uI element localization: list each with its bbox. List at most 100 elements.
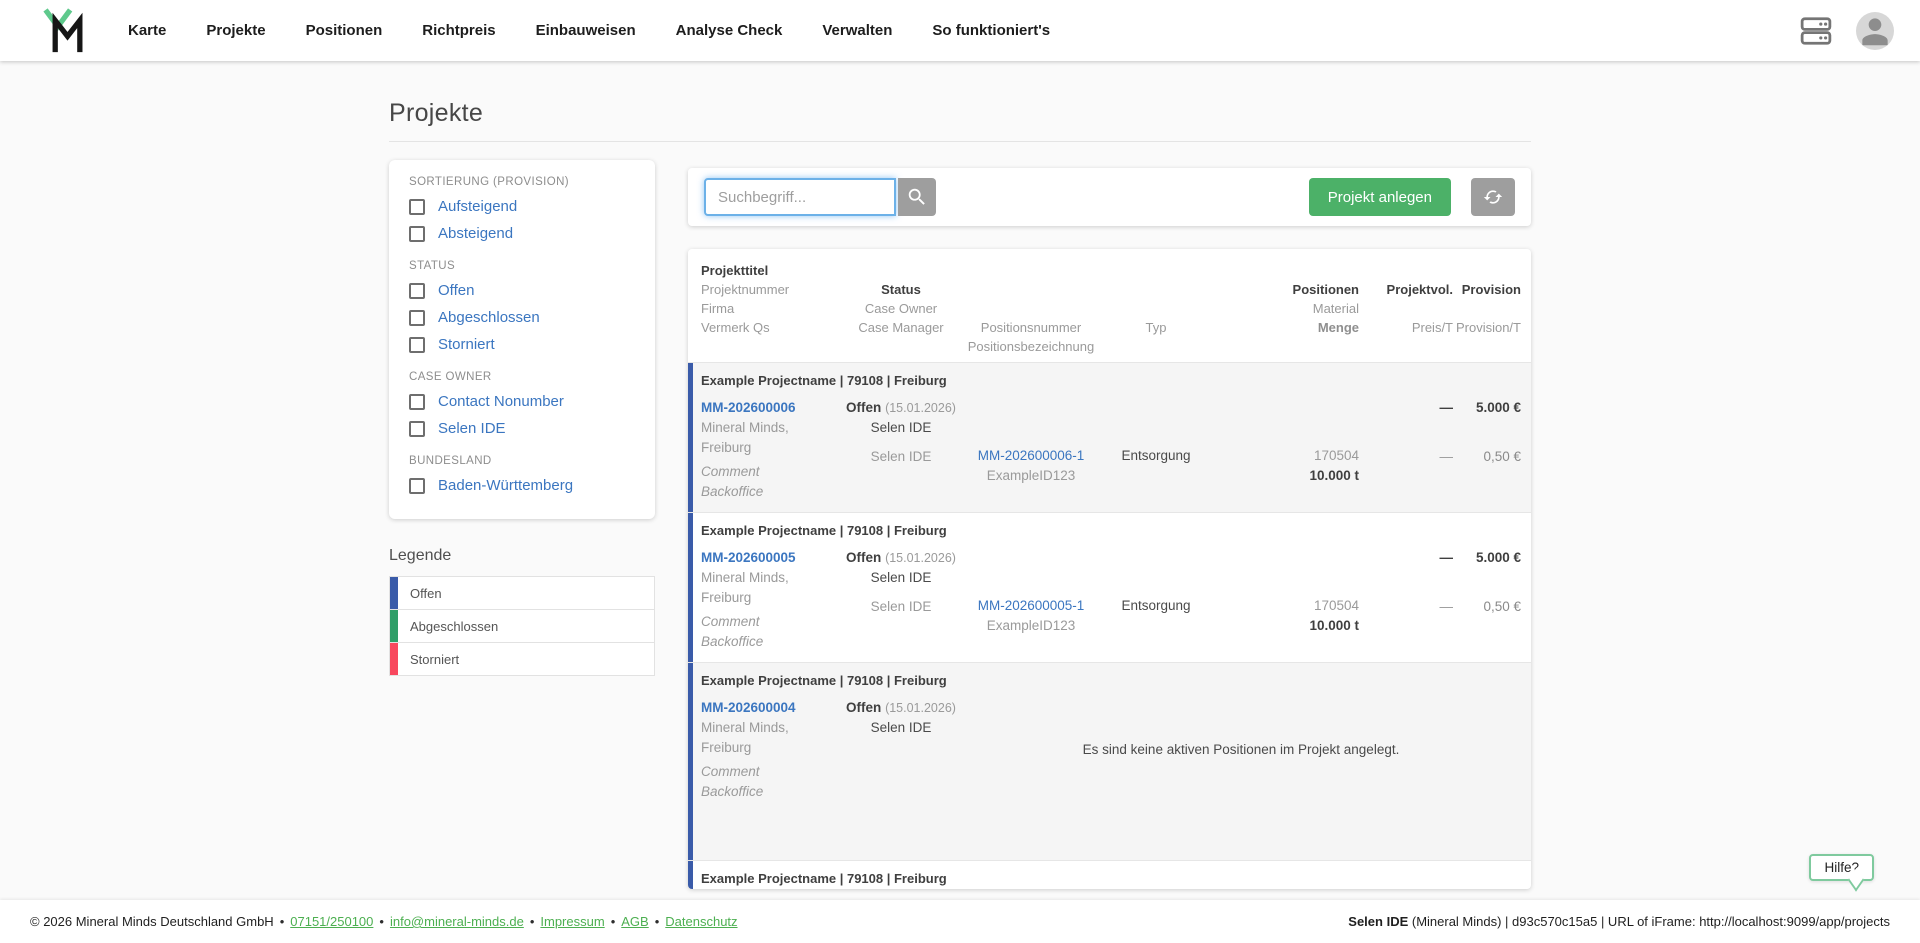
title-divider bbox=[389, 141, 1531, 142]
checkbox-icon[interactable] bbox=[409, 421, 425, 437]
legend-color-bar bbox=[390, 577, 398, 609]
project-note-line: Comment bbox=[701, 762, 841, 782]
filter-section: CASE OWNER Contact Nonumber Selen IDE bbox=[409, 371, 635, 442]
project-row[interactable]: Example Projectname | 79108 | Freiburg M… bbox=[688, 860, 1531, 889]
footer-link-07151-250100[interactable]: 07151/250100 bbox=[290, 914, 373, 929]
project-row[interactable]: Example Projectname | 79108 | Freiburg M… bbox=[688, 362, 1531, 512]
filter-option-label: Offen bbox=[438, 282, 474, 299]
footer-link-info-mineral-minds-de[interactable]: info@mineral-minds.de bbox=[390, 914, 524, 929]
project-note-line: Comment bbox=[701, 462, 841, 482]
project-row[interactable]: Example Projectname | 79108 | Freiburg M… bbox=[688, 662, 1531, 860]
filter-option-label: Storniert bbox=[438, 336, 495, 353]
refresh-icon bbox=[1483, 187, 1503, 207]
project-number-link[interactable]: MM-202600006 bbox=[701, 398, 841, 418]
col-case-manager: Case Manager bbox=[858, 318, 943, 337]
checkbox-icon[interactable] bbox=[409, 283, 425, 299]
checkbox-icon[interactable] bbox=[409, 337, 425, 353]
position-menge: 10.000 t bbox=[1309, 616, 1359, 635]
col-status: Status bbox=[881, 280, 921, 299]
refresh-button[interactable] bbox=[1471, 178, 1515, 216]
project-note-line: Backoffice bbox=[701, 632, 841, 652]
footer-link-datenschutz[interactable]: Datenschutz bbox=[665, 914, 737, 929]
filter-option-selen-ide[interactable]: Selen IDE bbox=[409, 415, 635, 442]
checkbox-icon[interactable] bbox=[409, 394, 425, 410]
footer-link-impressum[interactable]: Impressum bbox=[540, 914, 604, 929]
col-firma: Firma bbox=[701, 299, 841, 318]
filter-option-storniert[interactable]: Storniert bbox=[409, 331, 635, 358]
filter-option-absteigend[interactable]: Absteigend bbox=[409, 220, 635, 247]
project-status: Offen (15.01.2026) bbox=[846, 548, 956, 568]
filter-option-aufsteigend[interactable]: Aufsteigend bbox=[409, 193, 635, 220]
case-owner-value: Selen IDE bbox=[871, 718, 932, 738]
checkbox-icon[interactable] bbox=[409, 478, 425, 494]
position-name: ExampleID123 bbox=[987, 616, 1076, 635]
mineral-minds-logo-icon[interactable] bbox=[42, 7, 86, 55]
position-provision-t: 0,50 € bbox=[1483, 447, 1521, 467]
filter-option-abgeschlossen[interactable]: Abgeschlossen bbox=[409, 304, 635, 331]
position-typ: Entsorgung bbox=[1121, 596, 1190, 616]
project-number-link[interactable]: MM-202600005 bbox=[701, 548, 841, 568]
project-title: Example Projectname | 79108 | Freiburg bbox=[701, 671, 1521, 690]
filter-option-label: Absteigend bbox=[438, 225, 513, 242]
footer-company-info: © 2026 Mineral Minds Deutschland GmbH •0… bbox=[30, 914, 738, 929]
search-icon bbox=[906, 186, 928, 208]
status-color-bar bbox=[688, 513, 693, 662]
filter-option-label: Aufsteigend bbox=[438, 198, 517, 215]
col-preis-t: Preis/T bbox=[1412, 318, 1453, 337]
help-button[interactable]: Hilfe? bbox=[1809, 854, 1874, 881]
position-provision-t: 0,50 € bbox=[1483, 597, 1521, 617]
project-company-line: Mineral Minds, bbox=[701, 568, 841, 588]
nav-item-so-funktioniert-s[interactable]: So funktioniert's bbox=[932, 22, 1050, 39]
col-case-owner: Case Owner bbox=[865, 299, 937, 318]
status-color-bar bbox=[688, 663, 693, 860]
project-preis-t: — bbox=[1440, 398, 1454, 418]
checkbox-icon[interactable] bbox=[409, 199, 425, 215]
col-positionen: Positionen bbox=[1293, 280, 1359, 299]
filter-section-title: STATUS bbox=[409, 260, 635, 272]
col-material: Material bbox=[1313, 299, 1359, 318]
project-note-line: Backoffice bbox=[701, 782, 841, 802]
nav-item-verwalten[interactable]: Verwalten bbox=[822, 22, 892, 39]
footer-separator: • bbox=[655, 914, 660, 929]
server-dns-icon[interactable] bbox=[1800, 16, 1834, 46]
project-status: Offen (15.01.2026) bbox=[846, 698, 956, 718]
footer-link-agb[interactable]: AGB bbox=[621, 914, 648, 929]
search-button[interactable] bbox=[898, 178, 936, 216]
project-number-link[interactable]: MM-202600004 bbox=[701, 698, 841, 718]
filter-option-offen[interactable]: Offen bbox=[409, 277, 635, 304]
footer-separator: • bbox=[611, 914, 616, 929]
nav-item-projekte[interactable]: Projekte bbox=[206, 22, 265, 39]
filter-option-label: Selen IDE bbox=[438, 420, 506, 437]
position-number-link[interactable]: MM-202600005-1 bbox=[978, 596, 1085, 616]
create-project-button[interactable]: Projekt anlegen bbox=[1309, 178, 1451, 216]
project-title: Example Projectname | 79108 | Freiburg bbox=[701, 521, 1521, 540]
footer-separator: • bbox=[280, 914, 285, 929]
footer-separator: • bbox=[530, 914, 535, 929]
checkbox-icon[interactable] bbox=[409, 310, 425, 326]
nav-item-richtpreis[interactable]: Richtpreis bbox=[422, 22, 495, 39]
case-owner-value: Selen IDE bbox=[871, 418, 932, 438]
user-avatar[interactable] bbox=[1856, 12, 1894, 50]
nav-item-analyse-check[interactable]: Analyse Check bbox=[676, 22, 783, 39]
project-company-line: Freiburg bbox=[701, 438, 841, 458]
case-manager-value: Selen IDE bbox=[871, 447, 932, 467]
position-number-link[interactable]: MM-202600006-1 bbox=[978, 446, 1085, 466]
filter-option-baden-w-rttemberg[interactable]: Baden-Württemberg bbox=[409, 472, 635, 499]
project-provision: 5.000 € bbox=[1476, 398, 1521, 418]
nav-item-positionen[interactable]: Positionen bbox=[306, 22, 383, 39]
project-row[interactable]: Example Projectname | 79108 | Freiburg M… bbox=[688, 512, 1531, 662]
legend-item-storniert: Storniert bbox=[389, 642, 655, 676]
footer-separator: • bbox=[379, 914, 384, 929]
table-header: Projekttitel Projektnummer Firma Vermerk… bbox=[688, 249, 1531, 362]
search-input[interactable] bbox=[704, 178, 896, 216]
filter-section-title: CASE OWNER bbox=[409, 371, 635, 383]
project-company-line: Mineral Minds, bbox=[701, 718, 841, 738]
filter-option-label: Abgeschlossen bbox=[438, 309, 540, 326]
footer-user: Selen IDE bbox=[1348, 914, 1408, 929]
filter-option-contact-nonumber[interactable]: Contact Nonumber bbox=[409, 388, 635, 415]
checkbox-icon[interactable] bbox=[409, 226, 425, 242]
nav-item-einbauweisen[interactable]: Einbauweisen bbox=[536, 22, 636, 39]
case-manager-value: Selen IDE bbox=[871, 597, 932, 617]
status-color-bar bbox=[688, 363, 693, 512]
nav-item-karte[interactable]: Karte bbox=[128, 22, 166, 39]
